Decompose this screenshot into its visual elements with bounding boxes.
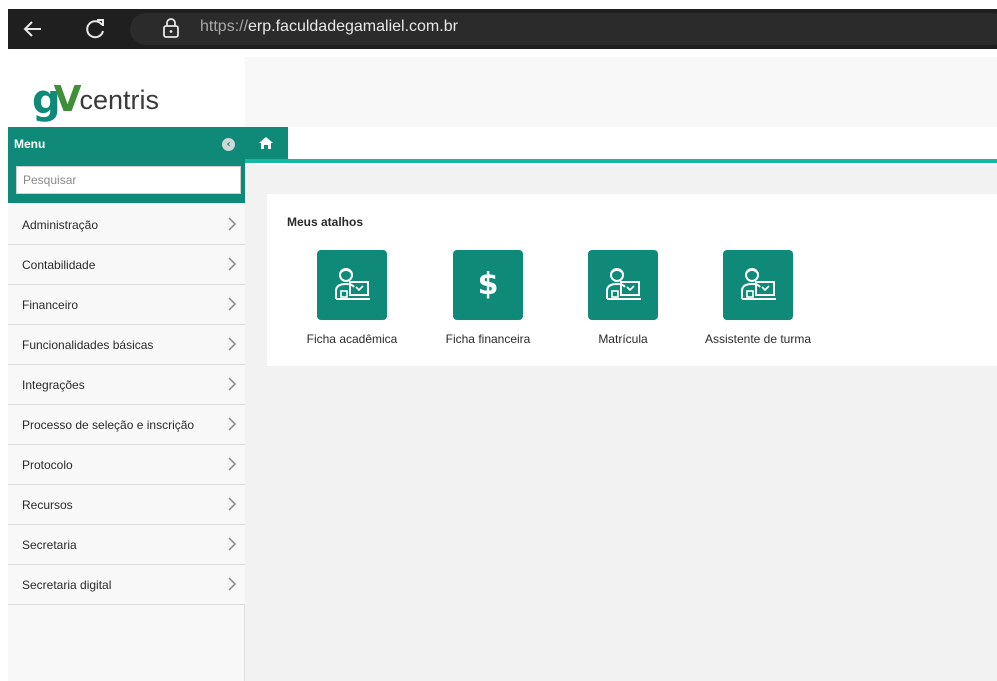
lock-icon[interactable] xyxy=(162,17,180,39)
chevron-right-icon xyxy=(228,497,237,511)
sidebar: Menu ‹ Administração Contabilidade Finan… xyxy=(8,127,245,681)
shortcut-ficha-financeira[interactable]: $ Ficha financeira xyxy=(423,250,553,346)
tab-home[interactable] xyxy=(245,127,288,159)
sidebar-item-secretaria-digital[interactable]: Secretaria digital xyxy=(8,565,245,605)
sidebar-item-label: Secretaria digital xyxy=(22,578,112,592)
shortcut-tile[interactable] xyxy=(317,250,387,320)
sidebar-item-secretaria[interactable]: Secretaria xyxy=(8,525,245,565)
sidebar-item-processo-selecao[interactable]: Processo de seleção e inscrição xyxy=(8,405,245,445)
menu-title: Menu xyxy=(14,137,46,151)
shortcut-label: Assistente de turma xyxy=(704,332,812,346)
menu-header: Menu ‹ xyxy=(8,127,245,163)
shortcut-tile[interactable] xyxy=(588,250,658,320)
shortcuts-title: Meus atalhos xyxy=(287,215,364,229)
tab-bar xyxy=(245,127,997,165)
sidebar-item-label: Administração xyxy=(22,218,99,232)
collapse-menu-icon[interactable]: ‹ xyxy=(222,138,235,151)
sidebar-item-label: Funcionalidades básicas xyxy=(22,338,154,352)
student-computer-icon xyxy=(741,268,776,300)
sidebar-item-contabilidade[interactable]: Contabilidade xyxy=(8,245,245,285)
sidebar-item-financeiro[interactable]: Financeiro xyxy=(8,285,245,325)
shortcut-ficha-academica[interactable]: Ficha acadêmica xyxy=(287,250,417,346)
sidebar-item-protocolo[interactable]: Protocolo xyxy=(8,445,245,485)
sidebar-item-integracoes[interactable]: Integrações xyxy=(8,365,245,405)
browser-toolbar: https://erp.faculdadegamaliel.com.br xyxy=(0,0,997,57)
menu-search-area xyxy=(8,163,245,203)
url-host: erp.faculdadegamaliel.com.br xyxy=(248,18,458,35)
chevron-right-icon xyxy=(228,577,237,591)
chevron-right-icon xyxy=(228,217,237,231)
back-arrow-icon[interactable] xyxy=(20,16,46,42)
shortcut-tile[interactable]: $ xyxy=(453,250,523,320)
sidebar-item-recursos[interactable]: Recursos xyxy=(8,485,245,525)
shortcut-label: Matrícula xyxy=(598,332,648,346)
sidebar-item-label: Protocolo xyxy=(22,458,73,472)
student-computer-icon xyxy=(335,268,370,300)
chevron-right-icon xyxy=(228,457,237,471)
chevron-right-icon xyxy=(228,257,237,271)
logo-text: centris xyxy=(79,85,160,115)
chevron-right-icon xyxy=(228,377,237,391)
chevron-right-icon xyxy=(228,537,237,551)
gvcentris-logo[interactable]: g Vcentris xyxy=(32,60,160,121)
sidebar-item-label: Financeiro xyxy=(22,298,79,312)
sidebar-item-label: Contabilidade xyxy=(22,258,96,272)
shortcut-assistente-turma[interactable]: Assistente de turma xyxy=(693,250,823,346)
sidebar-item-label: Recursos xyxy=(22,498,73,512)
main-content: Meus atalhos Ficha acadêmica $ Ficha fin xyxy=(245,165,997,681)
header-bar xyxy=(245,57,997,127)
sidebar-item-label: Secretaria xyxy=(22,538,77,552)
sidebar-item-administracao[interactable]: Administração xyxy=(8,205,245,245)
chevron-right-icon xyxy=(228,417,237,431)
shortcut-label: Ficha financeira xyxy=(445,332,531,346)
menu-search-input[interactable] xyxy=(16,166,241,194)
dollar-icon: $ xyxy=(477,267,499,302)
url-scheme: https:// xyxy=(200,18,249,35)
sidebar-item-label: Integrações xyxy=(22,378,85,392)
sidebar-item-funcionalidades-basicas[interactable]: Funcionalidades básicas xyxy=(8,325,245,365)
home-icon xyxy=(259,137,273,149)
chevron-right-icon xyxy=(228,337,237,351)
shortcuts-panel: Meus atalhos Ficha acadêmica $ Ficha fin xyxy=(267,194,997,366)
shortcut-label: Ficha acadêmica xyxy=(306,332,398,346)
shortcut-matricula[interactable]: Matrícula xyxy=(558,250,688,346)
url-text[interactable]: https://erp.faculdadegamaliel.com.br xyxy=(200,18,458,36)
tab-underline xyxy=(245,159,997,163)
chevron-right-icon xyxy=(228,297,237,311)
reload-icon[interactable] xyxy=(83,16,109,42)
shortcut-tile[interactable] xyxy=(723,250,793,320)
menu-list: Administração Contabilidade Financeiro F… xyxy=(8,205,245,605)
logo-v: V xyxy=(53,79,82,120)
sidebar-item-label: Processo de seleção e inscrição xyxy=(22,418,195,432)
student-computer-icon xyxy=(606,268,641,300)
